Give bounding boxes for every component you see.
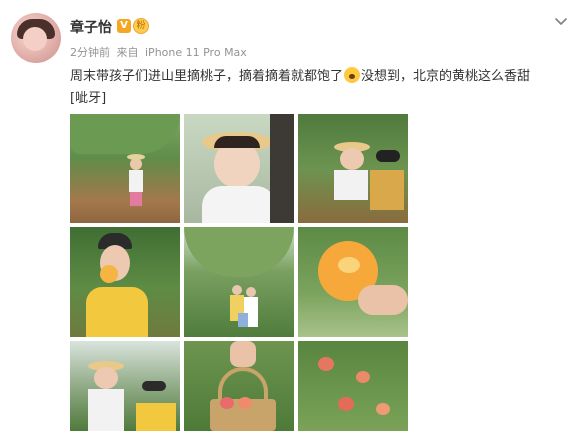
author-name[interactable]: 章子怡 [70, 17, 112, 37]
photo-hand-holding-peach[interactable] [298, 227, 408, 337]
post-time[interactable]: 2分钟前 [70, 46, 110, 59]
verified-badge-icon: V [117, 19, 131, 33]
photo-child-and-woman[interactable] [70, 341, 180, 431]
post-device[interactable]: iPhone 11 Pro Max [145, 46, 247, 59]
post-text: 周末带孩子们进山里摘桃子，摘着摘着就都饱了 没想到，北京的黄桃这么香甜 [呲牙] [70, 66, 570, 110]
post-source-prefix: 来自 [116, 46, 139, 59]
photo-child-visor-hat[interactable] [184, 114, 294, 223]
photo-woman-eating-peach[interactable] [70, 227, 180, 337]
post-text-part1: 周末带孩子们进山里摘桃子，摘着摘着就都饱了 [70, 69, 344, 84]
chevron-down-icon[interactable] [554, 14, 568, 28]
photo-child-picking-peach[interactable] [70, 114, 180, 223]
photo-children-orchard[interactable] [298, 114, 408, 223]
post-text-emoticon: [呲牙] [70, 91, 107, 106]
avatar-face [23, 27, 47, 51]
photo-family-in-orchard[interactable] [184, 227, 294, 337]
avatar[interactable] [11, 13, 61, 63]
fan-badge-icon[interactable]: 粉 [133, 18, 149, 34]
post-meta: 2分钟前 来自 iPhone 11 Pro Max [70, 44, 250, 60]
photo-basket-of-peaches[interactable] [184, 341, 294, 431]
grin-emoji-icon [344, 67, 361, 83]
post-text-part2: 没想到，北京的黄桃这么香甜 [361, 69, 531, 84]
photo-peach-tree-branch[interactable] [298, 341, 408, 431]
